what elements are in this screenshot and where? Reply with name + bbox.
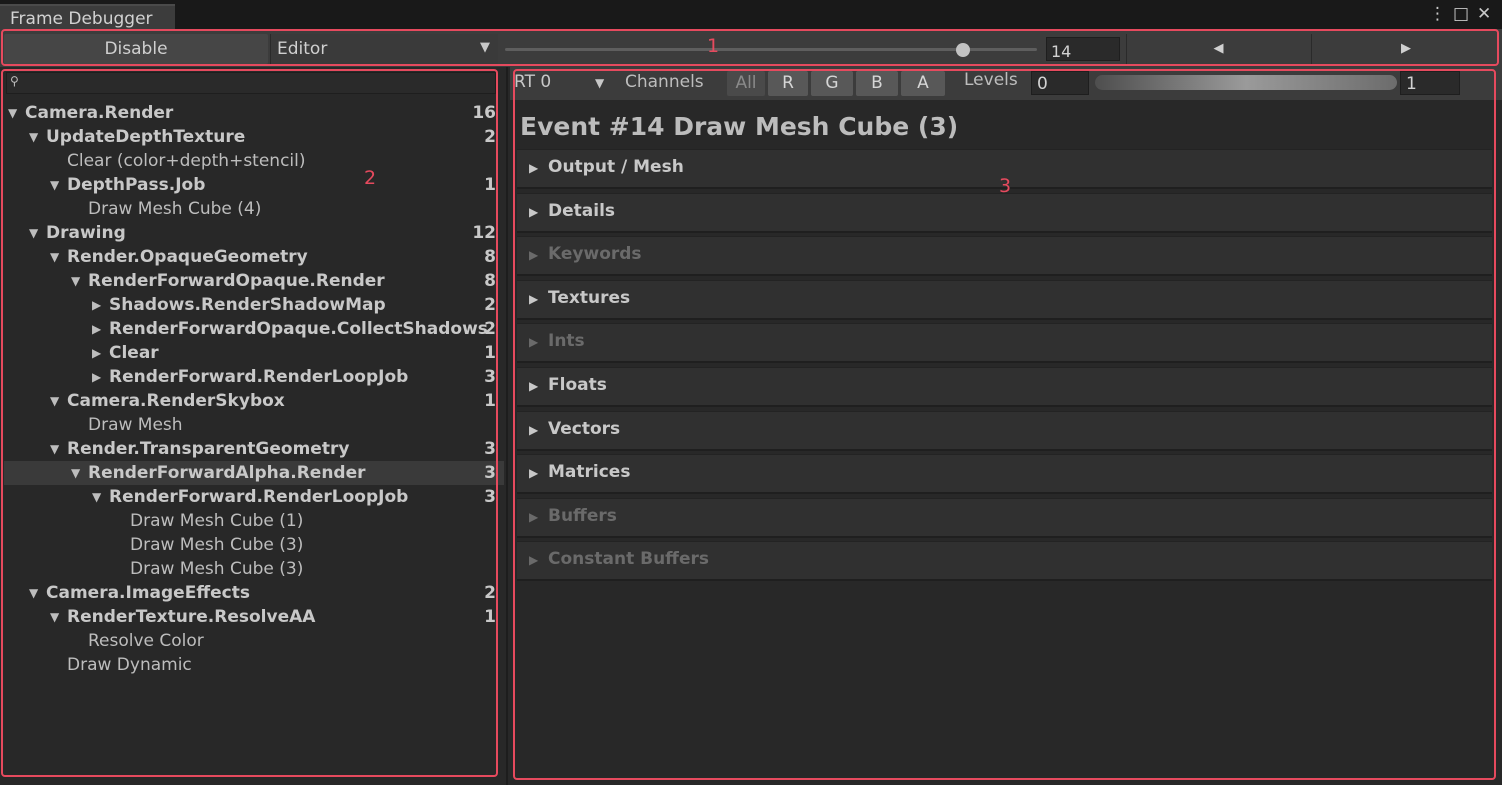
- annotation-label-3: 3: [999, 175, 1012, 197]
- window-tab-label: Frame Debugger: [10, 9, 153, 29]
- title-bar: [0, 0, 1502, 29]
- maximize-icon[interactable]: □: [1453, 6, 1469, 23]
- close-icon[interactable]: ✕: [1477, 6, 1491, 23]
- annotation-box-1: [1, 29, 1499, 66]
- kebab-menu-icon[interactable]: ⋮: [1429, 6, 1446, 23]
- annotation-label-1: 1: [707, 35, 720, 57]
- annotation-box-2: [1, 69, 498, 777]
- annotation-label-2: 2: [364, 167, 377, 189]
